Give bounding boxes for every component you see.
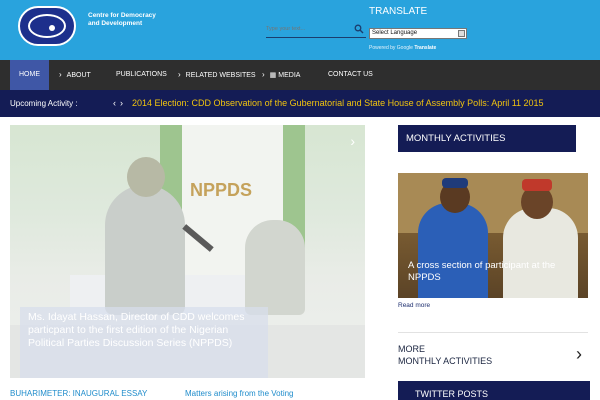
- language-select-value: Select Language: [372, 30, 418, 36]
- more-monthly-activities-link[interactable]: MORE MONTHLY ACTIVITIES: [398, 343, 492, 367]
- nav-label-media: MEDIA: [278, 72, 301, 79]
- powered-prefix: Powered by Google: [369, 45, 413, 51]
- search-icon[interactable]: [354, 24, 364, 34]
- more-label-line-1: MORE: [398, 344, 425, 354]
- featured-slider[interactable]: NPPDS › Ms. Idayat Hassan, Director of C…: [10, 125, 365, 378]
- nav-label-publications: PUBLICATIONS: [116, 71, 167, 78]
- logo-dot: [49, 25, 55, 31]
- chevron-right-icon: ›: [262, 70, 265, 79]
- more-label-line-2: MONTHLY ACTIVITIES: [398, 356, 493, 366]
- nav-item-about[interactable]: › ABOUT: [59, 60, 91, 90]
- ticker-next-icon[interactable]: ›: [120, 98, 127, 108]
- translate-link[interactable]: Translate: [414, 45, 436, 51]
- nav-label-home: HOME: [19, 71, 40, 78]
- monthly-activity-photo[interactable]: A cross section of participant at the NP…: [398, 173, 588, 298]
- person-right-robe: [503, 208, 578, 298]
- monthly-photo-caption[interactable]: A cross section of participant at the NP…: [408, 260, 580, 284]
- speaker-figure: [105, 185, 185, 315]
- chevron-down-icon: [458, 30, 465, 37]
- slide-caption-text[interactable]: Ms. Idayat Hassan, Director of CDD welco…: [28, 311, 263, 350]
- slide-caption: Ms. Idayat Hassan, Director of CDD welco…: [20, 307, 268, 378]
- site-header: Centre for Democracy and Development TRA…: [0, 0, 600, 60]
- search-underline: [266, 37, 366, 38]
- nav-item-publications[interactable]: PUBLICATIONS: [116, 60, 167, 90]
- search-input[interactable]: [266, 22, 356, 36]
- upcoming-activity-ticker: Upcoming Activity : ‹› 2014 Election: CD…: [0, 90, 600, 117]
- seated-figure: [245, 220, 305, 315]
- ticker-headline[interactable]: 2014 Election: CDD Observation of the Gu…: [132, 90, 544, 117]
- powered-by-google: Powered by Google Translate: [369, 45, 436, 51]
- sidebar-divider: [398, 332, 588, 333]
- language-select[interactable]: Select Language: [369, 28, 467, 39]
- translate-title: TRANSLATE: [369, 6, 428, 17]
- nav-label-about: ABOUT: [66, 72, 91, 79]
- monthly-activities-heading: MONTHLY ACTIVITIES: [398, 125, 576, 152]
- main-nav: HOME › ABOUT PUBLICATIONS › RELATED WEBSIT…: [0, 60, 600, 90]
- slider-next-icon[interactable]: ›: [350, 133, 355, 149]
- person-left-cap: [442, 178, 468, 188]
- twitter-posts-heading: TWITTER POSTS: [398, 381, 590, 400]
- nav-item-media[interactable]: › ▦ MEDIA: [262, 60, 300, 90]
- nav-item-contact[interactable]: CONTACT US: [328, 60, 373, 90]
- org-name[interactable]: Centre for Democracy and Development: [88, 12, 158, 28]
- nav-label-related: RELATED WEBSITES: [185, 72, 256, 79]
- chevron-right-icon[interactable]: ›: [576, 344, 582, 364]
- person-right-cap: [522, 179, 552, 191]
- chevron-right-icon: ›: [178, 70, 181, 79]
- ticker-controls: ‹›: [113, 90, 127, 117]
- chevron-right-icon: ›: [59, 70, 62, 79]
- speaker-head: [127, 157, 165, 197]
- ticker-label: Upcoming Activity :: [10, 99, 78, 108]
- nav-item-related-websites[interactable]: › RELATED WEBSITES: [178, 60, 256, 90]
- post-link-voting[interactable]: Matters arising from the Voting: [185, 389, 294, 398]
- logo-globe-icon: [28, 14, 66, 38]
- read-more-link[interactable]: Read more: [398, 302, 430, 309]
- cdd-logo[interactable]: [18, 6, 76, 46]
- nav-label-contact: CONTACT US: [328, 71, 373, 78]
- post-link-buharimeter[interactable]: BUHARIMETER: INAUGURAL ESSAY: [10, 389, 147, 398]
- nav-item-home[interactable]: HOME: [10, 60, 49, 90]
- banner-text: NPPDS: [190, 180, 253, 200]
- film-icon: ▦: [269, 72, 277, 79]
- ticker-prev-icon[interactable]: ‹: [113, 98, 120, 108]
